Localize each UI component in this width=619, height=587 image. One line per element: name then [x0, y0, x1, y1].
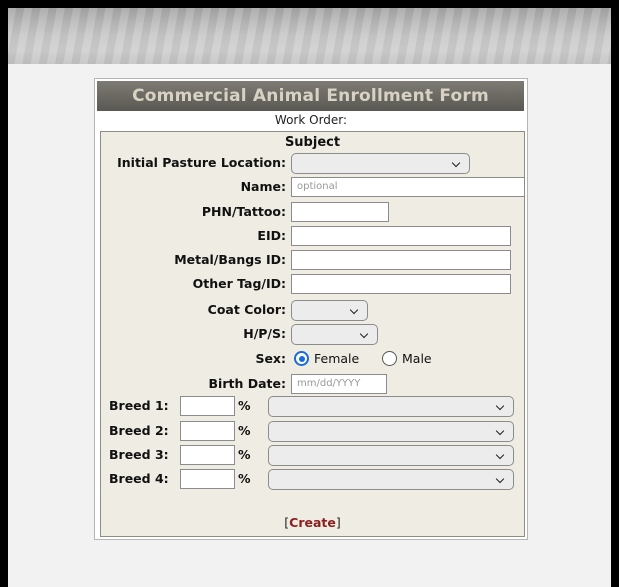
form-title: Commercial Animal Enrollment Form	[97, 81, 524, 111]
other-tag-label: Other Tag/ID:	[192, 276, 286, 291]
chevron-down-icon	[495, 474, 505, 484]
section-title: Subject	[284, 135, 341, 150]
sex-label: Sex:	[255, 351, 286, 366]
breed-3-percent-input[interactable]	[180, 445, 235, 465]
breed-2-select[interactable]	[268, 421, 514, 442]
breed-3-select[interactable]	[268, 445, 514, 466]
pasture-select[interactable]	[291, 153, 470, 174]
sex-female-label: Female	[314, 351, 360, 366]
browser-viewport: Commercial Animal Enrollment Form Work O…	[8, 8, 611, 587]
phn-tattoo-label: PHN/Tattoo:	[201, 204, 286, 219]
eid-input[interactable]	[291, 226, 511, 246]
birth-date-input[interactable]: mm/dd/YYYY	[291, 374, 387, 394]
sex-male-radio[interactable]	[382, 351, 397, 366]
name-input[interactable]: optional	[291, 177, 525, 197]
chevron-down-icon	[359, 329, 369, 339]
sex-male-label: Male	[402, 351, 432, 366]
chevron-down-icon	[451, 158, 461, 168]
percent-sign: %	[238, 447, 251, 462]
page-header-bar	[8, 8, 611, 64]
chevron-down-icon	[495, 450, 505, 460]
breed-3-label: Breed 3:	[109, 447, 169, 462]
breed-4-percent-input[interactable]	[180, 469, 235, 489]
breed-1-select[interactable]	[268, 396, 514, 417]
create-action: [Create]	[101, 514, 524, 532]
chevron-down-icon	[495, 401, 505, 411]
create-bracket-close: ]	[335, 515, 341, 530]
breed-2-label: Breed 2:	[109, 423, 169, 438]
enrollment-form: Commercial Animal Enrollment Form Work O…	[94, 78, 528, 540]
percent-sign: %	[238, 398, 251, 413]
percent-sign: %	[238, 471, 251, 486]
chevron-down-icon	[349, 305, 359, 315]
hps-label: H/P/S:	[243, 326, 286, 341]
pasture-label: Initial Pasture Location:	[117, 155, 286, 170]
birth-date-label: Birth Date:	[208, 376, 286, 391]
breed-1-percent-input[interactable]	[180, 396, 235, 416]
percent-sign: %	[238, 423, 251, 438]
chevron-down-icon	[495, 426, 505, 436]
breed-4-select[interactable]	[268, 469, 514, 490]
metal-bangs-label: Metal/Bangs ID:	[174, 252, 286, 267]
hps-select[interactable]	[291, 324, 378, 345]
coat-color-select[interactable]	[291, 300, 368, 321]
metal-bangs-input[interactable]	[291, 250, 511, 270]
breed-2-percent-input[interactable]	[180, 421, 235, 441]
coat-color-label: Coat Color:	[207, 302, 286, 317]
breed-4-label: Breed 4:	[109, 471, 169, 486]
other-tag-input[interactable]	[291, 274, 511, 294]
work-order-label: Work Order:	[274, 113, 348, 127]
eid-label: EID:	[257, 228, 286, 243]
name-label: Name:	[240, 179, 286, 194]
create-link[interactable]: Create	[289, 515, 336, 530]
breed-1-label: Breed 1:	[109, 398, 169, 413]
subject-section: Subject Initial Pasture Location: Name: …	[100, 131, 525, 537]
sex-female-radio[interactable]	[294, 351, 309, 366]
phn-tattoo-input[interactable]	[291, 202, 389, 222]
